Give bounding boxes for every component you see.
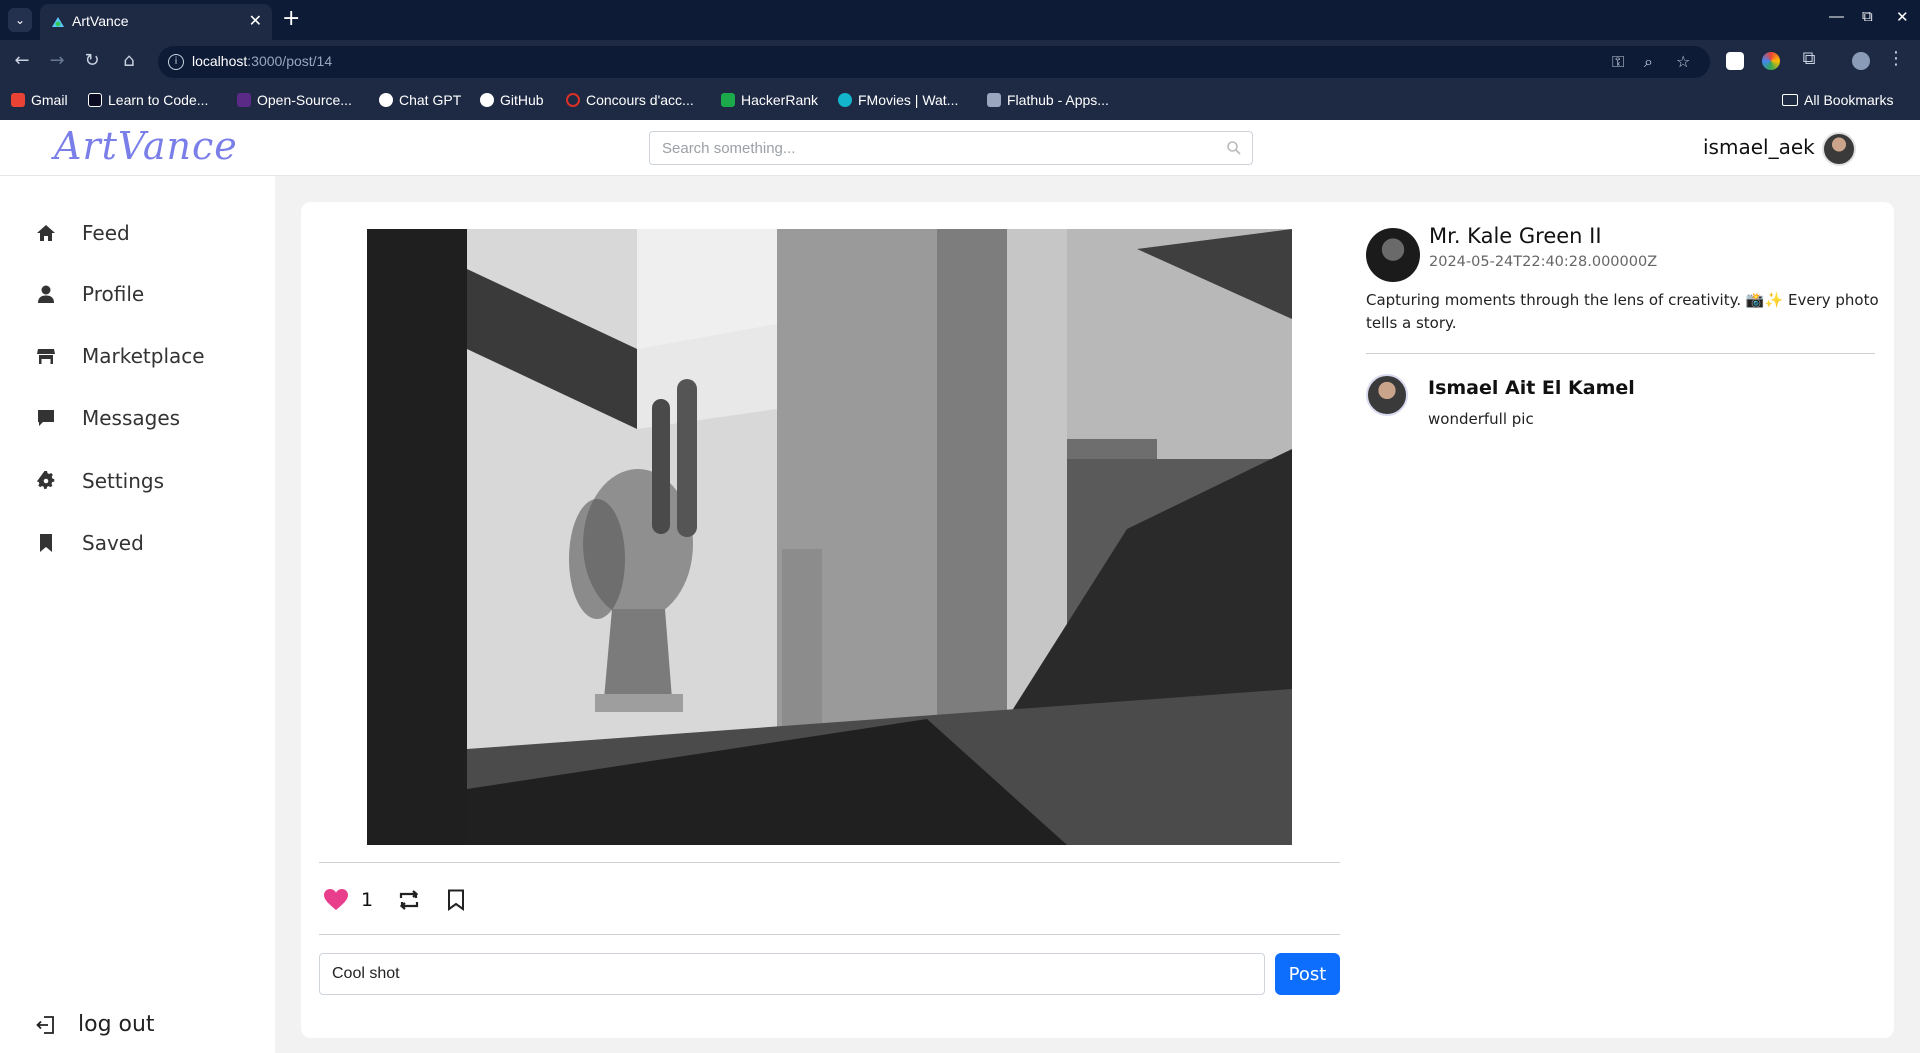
- bookmark-gmail[interactable]: Gmail: [11, 92, 68, 108]
- freecodecamp-icon: [88, 93, 102, 107]
- extensions-puzzle-icon[interactable]: ⧉: [1797, 48, 1821, 69]
- bookmark-chatgpt[interactable]: Chat GPT: [379, 92, 461, 108]
- sidebar-item-label: Settings: [82, 469, 165, 493]
- folder-icon: [1782, 94, 1798, 106]
- post-card: 1 Post Mr. Kale Green II 2024-05-24T22:4…: [301, 202, 1894, 1038]
- restore-icon[interactable]: ⧉: [1862, 8, 1873, 25]
- post-actions: 1: [323, 885, 465, 915]
- app-favicon-icon: [52, 17, 64, 27]
- close-tab-icon[interactable]: ✕: [249, 11, 262, 30]
- commenter-avatar[interactable]: [1366, 374, 1408, 416]
- browser-toolbar: ← → ↻ ⌂ i localhost:3000/post/14 ⚿ ⌕ ☆ ⧉…: [0, 40, 1920, 84]
- logout-button[interactable]: log out: [36, 1012, 155, 1037]
- store-icon: [37, 349, 55, 364]
- all-bookmarks[interactable]: All Bookmarks: [1782, 92, 1893, 108]
- bookmarks-bar: Gmail Learn to Code... Open-Source... Ch…: [0, 84, 1920, 120]
- sidebar-item-label: Messages: [82, 406, 181, 430]
- url-host: localhost: [192, 53, 248, 69]
- app-header: ArtVance ismael_aek: [0, 120, 1920, 176]
- logout-icon: [36, 1015, 54, 1034]
- comment-text: wonderfull pic: [1428, 410, 1534, 428]
- address-bar[interactable]: i localhost:3000/post/14 ⚿ ⌕ ☆: [158, 46, 1710, 78]
- user-avatar[interactable]: [1822, 132, 1856, 166]
- post-image[interactable]: [367, 229, 1292, 845]
- bookmark-icon: [40, 534, 52, 552]
- browser-profile-avatar[interactable]: [1852, 52, 1870, 70]
- url-path: :3000/post/14: [247, 53, 333, 69]
- chatgpt-icon: [379, 93, 393, 107]
- new-tab-icon[interactable]: +: [282, 6, 300, 31]
- caption-divider: [1366, 353, 1875, 354]
- browser-tab[interactable]: ArtVance ✕: [40, 4, 272, 40]
- sidebar-item-settings[interactable]: Settings: [36, 465, 164, 497]
- message-icon: [38, 410, 54, 426]
- sidebar-item-label: Profile: [82, 282, 145, 306]
- reload-icon[interactable]: ↻: [80, 50, 104, 71]
- github-icon: [480, 93, 494, 107]
- repost-icon[interactable]: [397, 889, 421, 911]
- gmail-icon: [11, 93, 25, 107]
- search-bar: [649, 131, 1253, 165]
- tab-title: ArtVance: [72, 13, 129, 29]
- heart-icon[interactable]: [323, 888, 349, 912]
- post-divider-top: [319, 862, 1340, 863]
- bookmark-concours[interactable]: Concours d'acc...: [566, 92, 694, 108]
- flathub-icon: [987, 93, 1001, 107]
- home-button-icon[interactable]: ⌂: [117, 50, 141, 71]
- search-icon[interactable]: [1226, 140, 1242, 156]
- site-info-icon[interactable]: i: [168, 54, 184, 70]
- author-avatar[interactable]: [1366, 228, 1420, 282]
- cactus-vase-photo: [367, 229, 1292, 845]
- sidebar-item-messages[interactable]: Messages: [36, 402, 180, 434]
- sidebar-item-label: Marketplace: [82, 344, 205, 368]
- search-input[interactable]: [662, 138, 1202, 158]
- close-window-icon[interactable]: ✕: [1896, 8, 1909, 26]
- bookmark-hackerrank[interactable]: HackerRank: [721, 92, 818, 108]
- comment-field: [319, 953, 1265, 995]
- sidebar-item-saved[interactable]: Saved: [36, 527, 144, 559]
- home-icon: [37, 225, 55, 241]
- browser-menu-icon[interactable]: ⋮: [1884, 48, 1908, 69]
- concours-icon: [566, 93, 580, 107]
- header-username[interactable]: ismael_aek: [1703, 135, 1815, 159]
- sidebar-item-marketplace[interactable]: Marketplace: [36, 340, 205, 372]
- comment-input[interactable]: [332, 964, 1252, 984]
- post-divider-bottom: [319, 934, 1340, 935]
- bookmark-github[interactable]: GitHub: [480, 92, 544, 108]
- sidebar-item-label: Feed: [82, 221, 130, 245]
- gear-icon: [36, 471, 55, 489]
- sidebar-item-label: Saved: [82, 531, 144, 555]
- zoom-icon[interactable]: ⌕: [1644, 52, 1653, 72]
- open-source-icon: [237, 93, 251, 107]
- like-count: 1: [361, 889, 374, 911]
- post-comment-button[interactable]: Post: [1275, 953, 1340, 995]
- artvance-logo[interactable]: ArtVance: [54, 124, 238, 168]
- bookmark-star-icon[interactable]: ☆: [1676, 52, 1690, 71]
- author-name[interactable]: Mr. Kale Green II: [1429, 224, 1602, 248]
- extension-b-icon[interactable]: [1726, 52, 1744, 70]
- post-date: 2024-05-24T22:40:28.000000Z: [1429, 254, 1658, 270]
- user-icon: [38, 285, 54, 303]
- bookmark-flathub[interactable]: Flathub - Apps...: [987, 92, 1109, 108]
- browser-tabbar: ⌄ ArtVance ✕ + — ⧉ ✕: [0, 0, 1920, 40]
- save-bookmark-icon[interactable]: [447, 889, 465, 911]
- bookmark-learn-to-code[interactable]: Learn to Code...: [88, 92, 208, 108]
- extension-color-icon[interactable]: [1762, 52, 1780, 70]
- sidebar-item-profile[interactable]: Profile: [36, 278, 144, 310]
- hackerrank-icon: [721, 93, 735, 107]
- fmovies-icon: [838, 93, 852, 107]
- bookmark-fmovies[interactable]: FMovies | Wat...: [838, 92, 958, 108]
- forward-icon[interactable]: →: [45, 50, 69, 71]
- sidebar-item-feed[interactable]: Feed: [36, 217, 130, 249]
- commenter-name[interactable]: Ismael Ait El Kamel: [1428, 377, 1635, 399]
- sidebar: Feed Profile Marketplace Messages Settin…: [0, 176, 275, 1053]
- back-icon[interactable]: ←: [10, 50, 34, 71]
- tab-search-icon[interactable]: ⌄: [8, 8, 32, 32]
- logout-label: log out: [78, 1012, 155, 1037]
- post-caption: Capturing moments through the lens of cr…: [1366, 291, 1879, 332]
- minimize-icon[interactable]: —: [1829, 8, 1844, 25]
- password-key-icon[interactable]: ⚿: [1612, 52, 1624, 72]
- bookmark-open-source[interactable]: Open-Source...: [237, 92, 352, 108]
